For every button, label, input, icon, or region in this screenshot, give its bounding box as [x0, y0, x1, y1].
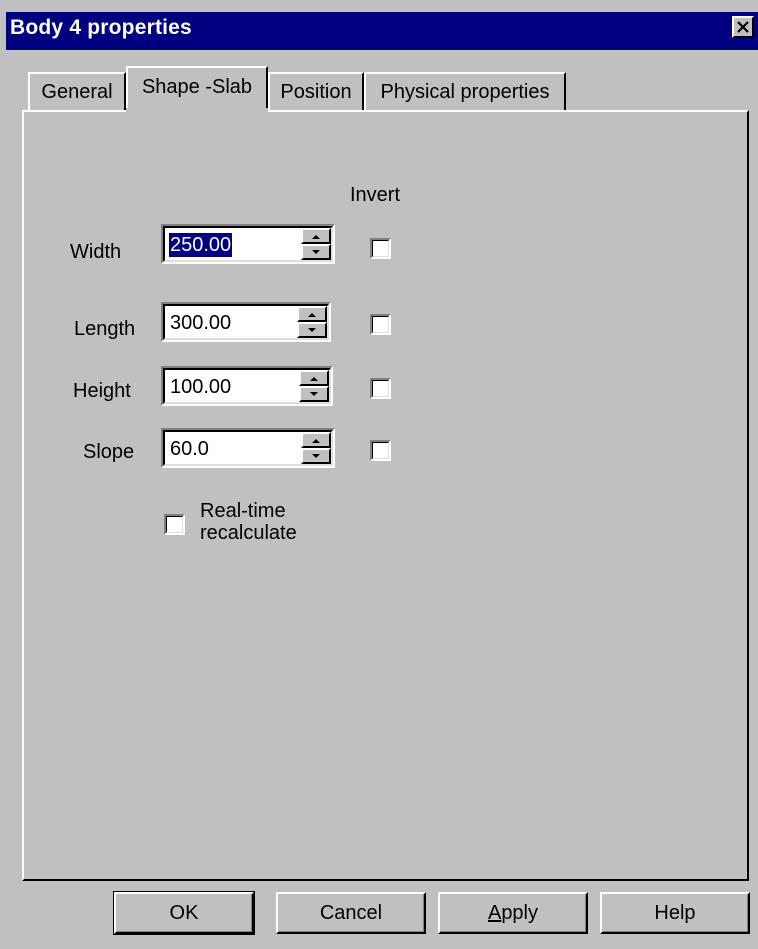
realtime-recalculate-label: Real-time recalculate: [200, 500, 297, 544]
width-label: Width: [70, 241, 122, 263]
properties-dialog: Body 4 properties General Shape -Slab Po…: [0, 0, 758, 949]
realtime-recalculate-checkbox[interactable]: [164, 514, 185, 535]
length-increment-button[interactable]: [297, 306, 327, 322]
slope-spinner[interactable]: 60.0: [161, 428, 335, 468]
arrow-up-icon: [310, 376, 318, 381]
height-spinner[interactable]: 100.00: [161, 366, 333, 406]
width-invert-checkbox[interactable]: [370, 238, 391, 259]
width-increment-button[interactable]: [301, 228, 331, 244]
height-label: Height: [73, 380, 131, 402]
length-spinner[interactable]: 300.00: [161, 302, 331, 342]
realtime-label-line1: Real-time: [200, 500, 286, 522]
width-spinner[interactable]: 250.00: [161, 224, 335, 264]
height-decrement-button[interactable]: [299, 386, 329, 402]
height-increment-button[interactable]: [299, 370, 329, 386]
arrow-up-icon: [308, 312, 316, 317]
length-decrement-button[interactable]: [297, 322, 327, 338]
slope-invert-checkbox[interactable]: [370, 440, 391, 461]
arrow-down-icon: [312, 249, 320, 254]
arrow-up-icon: [312, 438, 320, 443]
invert-header: Invert: [350, 184, 401, 206]
slope-input[interactable]: 60.0: [169, 437, 210, 461]
width-input[interactable]: 250.00: [169, 233, 233, 257]
slope-label: Slope: [83, 441, 135, 463]
realtime-label-line2: recalculate: [200, 522, 297, 544]
arrow-down-icon: [312, 453, 320, 458]
arrow-up-icon: [312, 234, 320, 239]
slope-decrement-button[interactable]: [301, 448, 331, 464]
shape-form: Invert Width 250.00 Length 300.00 Height…: [0, 0, 758, 949]
width-decrement-button[interactable]: [301, 244, 331, 260]
length-invert-checkbox[interactable]: [370, 314, 391, 335]
height-invert-checkbox[interactable]: [370, 378, 391, 399]
slope-increment-button[interactable]: [301, 432, 331, 448]
arrow-down-icon: [308, 327, 316, 332]
length-input[interactable]: 300.00: [169, 311, 232, 335]
length-label: Length: [74, 318, 136, 340]
height-input[interactable]: 100.00: [169, 375, 232, 399]
arrow-down-icon: [310, 391, 318, 396]
